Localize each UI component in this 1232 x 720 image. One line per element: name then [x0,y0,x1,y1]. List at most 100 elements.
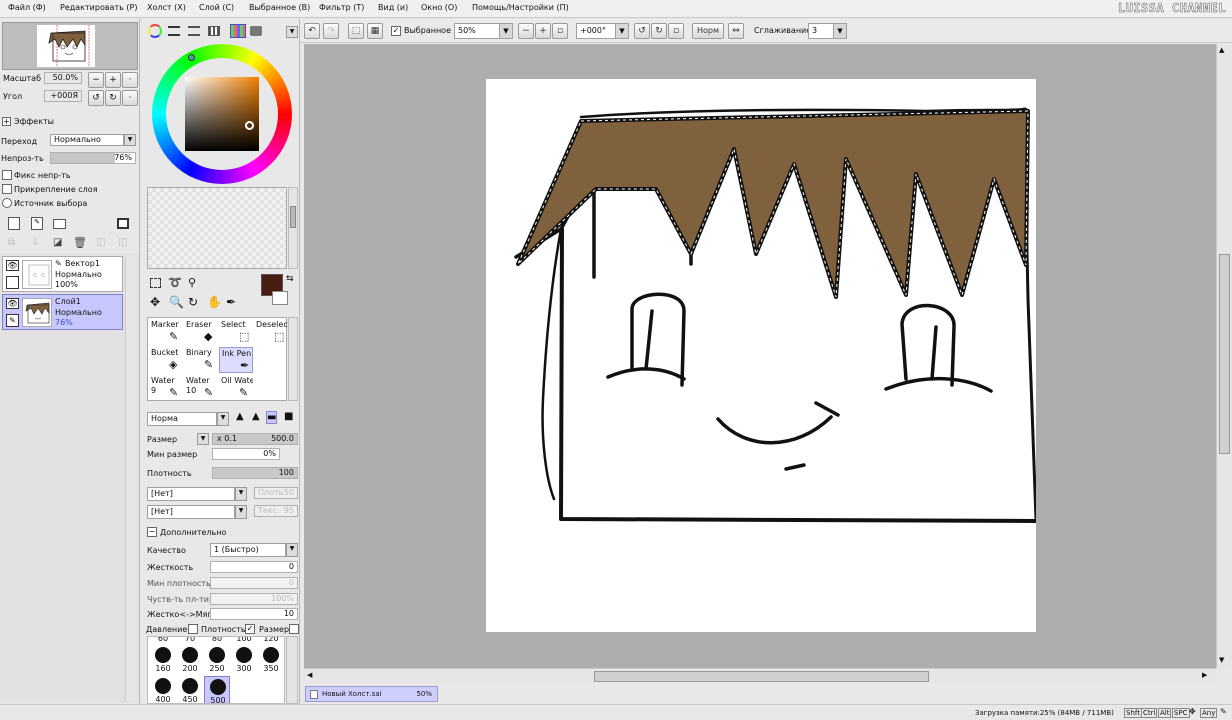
pressure-density-checkbox[interactable] [188,624,198,634]
flip-normal-button[interactable]: Норм [692,23,724,39]
new-folder-icon[interactable] [53,219,66,229]
brush-water-10[interactable]: Water 10 ✎ [184,375,218,401]
zoom-value[interactable]: 50.0% [44,72,82,84]
rotate-left-icon[interactable]: ↺ [634,23,650,39]
sensitivity-slider[interactable]: 100% [210,593,298,605]
chevron-down-icon[interactable]: ▼ [499,23,513,39]
layer-item-vector1[interactable]: 👁 ✎ Вектор1 Нормально 100% [2,256,123,292]
merge-down-icon[interactable]: ⇩ [31,237,39,248]
vertical-scroll-thumb[interactable] [1219,254,1230,454]
scratchpad-scrollbar[interactable] [288,187,298,269]
effects-header[interactable]: + Эффекты [2,117,54,126]
menu-window[interactable]: Окно (О) [421,3,457,12]
size-dropdown[interactable]: ▼ [197,433,209,445]
brush-marker[interactable]: Marker ✎ [149,319,183,345]
horizontal-scrollbar[interactable]: ◀ ▶ [304,668,1216,684]
scroll-right-icon[interactable]: ▶ [1202,671,1207,679]
move-icon[interactable]: ✥ [150,295,160,309]
drawing-canvas[interactable] [486,79,1038,632]
brush-size-option[interactable]: 450 [177,676,203,703]
menu-view[interactable]: Вид (и) [378,3,408,12]
shape2-param[interactable]: Текс. 95 [254,505,298,517]
brush-bucket[interactable]: Bucket ◈ [149,347,183,373]
undo-icon[interactable]: ↶ [304,23,320,39]
swap-colors-icon[interactable]: ⇆ [286,274,294,284]
chevron-down-icon[interactable]: ▼ [286,543,298,557]
chevron-down-icon[interactable]: ▼ [286,26,298,38]
brush-size-option[interactable]: 250 [204,645,230,675]
brush-lock-icon[interactable]: ✎ [6,314,19,327]
collapse-icon[interactable]: − [147,527,157,537]
swatches-tab-icon[interactable] [230,24,246,38]
magic-wand-icon[interactable]: ⚲ [188,276,196,289]
opacity-slider[interactable]: 76% [50,152,136,164]
shape-select-2[interactable]: [Нет] [147,505,235,519]
brush-size-option[interactable]: 160 [150,645,176,675]
selection-source-radio[interactable] [2,198,12,208]
eye-icon[interactable]: 👁 [6,298,19,309]
scroll-up-icon[interactable]: ▲ [1219,46,1224,54]
zoom-in-icon[interactable]: + [535,23,551,39]
redo-icon[interactable]: ↷ [323,23,339,39]
zoom-icon[interactable]: 🔍 [169,295,184,309]
zoom-reset-icon[interactable]: ▫ [552,23,568,39]
rotate-reset-icon[interactable]: ▫ [668,23,684,39]
menu-selection[interactable]: Выбранное (В) [249,3,310,12]
new-layer-icon[interactable] [8,217,20,230]
hsv-slider-tab-icon[interactable] [188,26,200,36]
copy-layer-icon[interactable]: ⧉ [8,237,15,248]
clip-layer-checkbox[interactable] [2,184,12,194]
scratchpad[interactable] [147,187,287,269]
trash-icon[interactable]: 🗑 [73,236,87,249]
menu-edit[interactable]: Редактировать (Р) [60,3,137,12]
invert-selection-icon[interactable]: ▦ [367,23,383,39]
clear-layer-icon[interactable]: ◪ [53,237,62,248]
lasso-icon[interactable]: ➰ [168,276,182,289]
brush-blend-select[interactable]: Норма [147,412,217,426]
rotate-right-icon[interactable]: ↻ [651,23,667,39]
edge-slider[interactable]: 0 [210,561,298,573]
density-slider[interactable]: 100 [212,467,298,479]
rotation-select[interactable]: +000° [576,23,616,39]
menu-canvas[interactable]: Холст (Х) [147,3,186,12]
brush-ink-pen[interactable]: Ink Pen ✒ [219,347,253,373]
brush-size-option[interactable]: 200 [177,645,203,675]
chevron-down-icon[interactable]: ▼ [235,505,247,519]
angle-value[interactable]: +000Я [44,90,82,102]
brush-size-option[interactable]: 400 [150,676,176,703]
menu-layer[interactable]: Слой (С) [199,3,234,12]
brush-deselect[interactable]: Deselect ⬚ [254,319,288,345]
pressure-extra-checkbox[interactable] [289,624,299,634]
pressure-size-checkbox[interactable]: ✓ [245,624,255,634]
scroll-left-icon[interactable]: ◀ [307,671,312,679]
chevron-down-icon[interactable]: ▼ [217,412,229,426]
shape1-param[interactable]: Плоть 50 [254,487,298,499]
brush-size-option[interactable]: 300 [231,645,257,675]
tip-round-icon[interactable]: ▲ [252,411,260,422]
delete-mask-icon[interactable]: ◫ [118,237,127,248]
deselect-icon[interactable]: ⬚ [348,23,364,39]
brush-size-option[interactable]: 350 [258,645,284,675]
apply-mask-icon[interactable]: ◫ [96,237,105,248]
menu-filter[interactable]: Фильтр (Т) [319,3,364,12]
palette-tab-icon[interactable] [208,26,220,36]
brush-list-scrollbar[interactable] [288,317,298,401]
tip-flat-icon[interactable]: ▬ [266,411,278,424]
brush-size-option[interactable]: 500 [204,676,230,703]
brush-select[interactable]: Select ⬚ [219,319,253,345]
min-density-slider[interactable]: 0 [210,577,298,589]
document-tab[interactable]: Новый Холст.sai 50% [305,686,438,702]
quality-select[interactable]: 1 (Быстро) [210,543,286,557]
hue-ring[interactable] [152,44,292,184]
vertical-scrollbar[interactable]: ▲ ▼ [1216,44,1232,668]
stabilizer-select[interactable]: 3 [808,23,834,39]
effects-expand-icon[interactable]: + [2,117,11,126]
tip-square-icon[interactable]: ■ [284,411,293,422]
canvas-area[interactable] [304,44,1216,668]
rectangle-select-icon[interactable] [150,278,161,288]
brush-eraser[interactable]: Eraser ◆ [184,319,218,345]
show-selection-checkbox[interactable]: ✓ [391,26,401,36]
menu-file[interactable]: Файл (Ф) [8,3,46,12]
hue-marker[interactable] [188,54,195,61]
menu-help[interactable]: Помощь/Настройки (П) [472,3,569,12]
